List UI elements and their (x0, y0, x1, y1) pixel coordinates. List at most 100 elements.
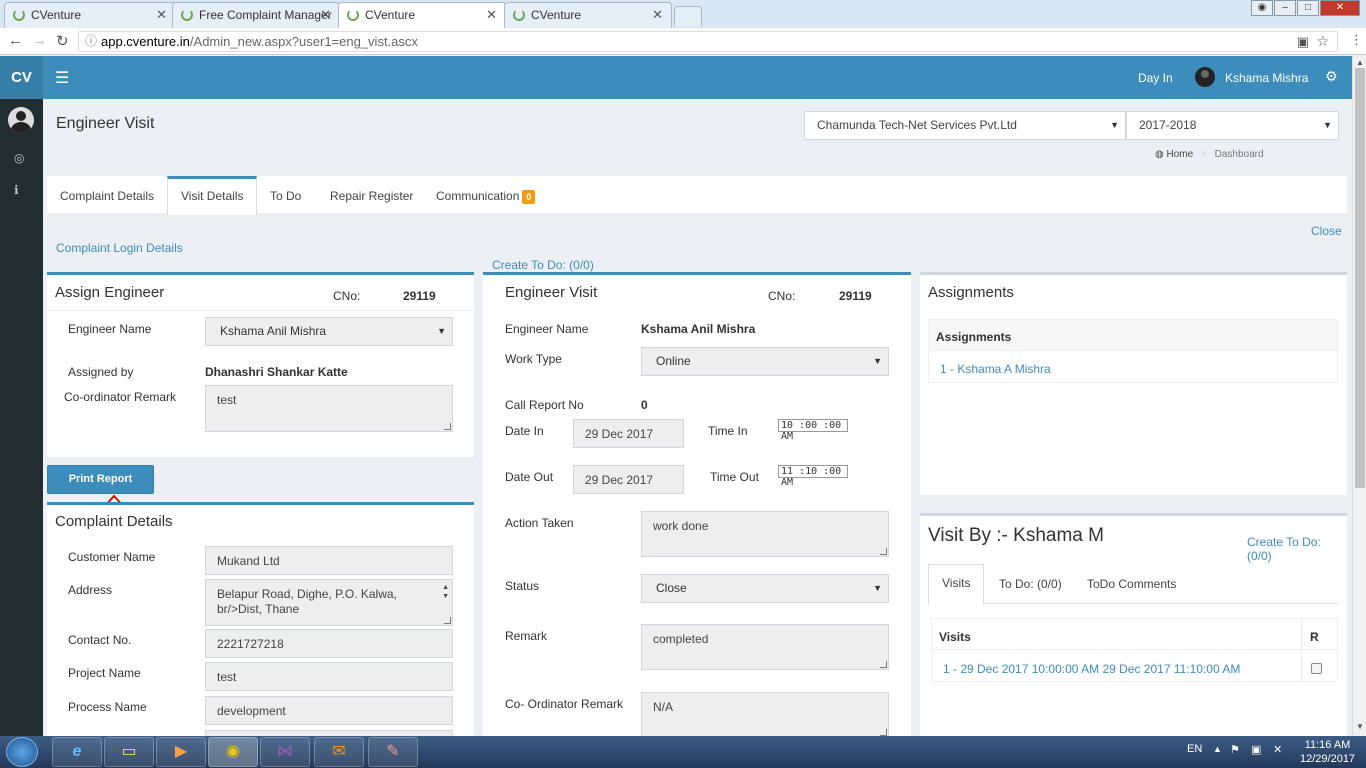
process-name-field[interactable]: development (205, 696, 453, 725)
hamburger-menu-icon[interactable]: ☰ (55, 68, 69, 88)
visual-studio-icon[interactable]: ⋈ (260, 737, 310, 767)
breadcrumb: ◍ Home > Dashboard (1155, 149, 1264, 160)
new-tab-button[interactable] (674, 6, 702, 26)
customer-name-field[interactable]: Mukand Ltd (205, 546, 453, 575)
visit-row-checkbox[interactable] (1311, 663, 1322, 674)
windows-start-icon[interactable] (6, 737, 38, 767)
assignment-item-link[interactable]: 1 - Kshama A Mishra (940, 362, 1051, 376)
resize-handle-icon[interactable] (444, 617, 451, 624)
close-tab-icon[interactable]: ✕ (486, 3, 497, 27)
globe-icon[interactable]: ◎ (14, 151, 24, 165)
tab-visit-details[interactable]: Visit Details (167, 176, 258, 215)
engineer-name-select[interactable]: Kshama Anil Mishra ▼ (205, 317, 453, 346)
user-avatar[interactable] (1195, 67, 1215, 87)
resize-handle-icon[interactable] (444, 423, 451, 430)
scroll-up-icon[interactable]: ▲ (1356, 58, 1364, 67)
company-select[interactable]: Chamunda Tech-Net Services Pvt.Ltd ▼ (804, 111, 1126, 140)
tab-complaint-details[interactable]: Complaint Details (47, 176, 167, 214)
info-circle-icon[interactable]: ℹ (14, 183, 19, 197)
browser-tab[interactable]: CVenture ✕ (504, 2, 672, 28)
project-name-field[interactable]: test (205, 662, 453, 691)
print-report-button[interactable]: Print Report (47, 465, 154, 494)
cventure-favicon-icon (181, 9, 193, 21)
time-in-input[interactable]: 10 :00 :00 AM (778, 419, 848, 442)
tab-todo-count[interactable]: To Do: (0/0) (986, 564, 1075, 602)
page-scrollbar[interactable]: ▲ ▼ (1352, 56, 1366, 736)
date-in-field[interactable]: 29 Dec 2017 (573, 419, 684, 448)
address-textarea[interactable]: Belapur Road, Dighe, P.O. Kalwa, br/>Dis… (205, 579, 453, 626)
outlook-icon[interactable]: ✉ (314, 737, 364, 767)
status-select[interactable]: Close ▼ (641, 574, 889, 603)
chevron-down-icon: ▼ (1110, 120, 1119, 130)
contact-no-field[interactable]: 2221727218 (205, 629, 453, 658)
visit-row-link[interactable]: 1 - 29 Dec 2017 10:00:00 AM 29 Dec 2017 … (943, 662, 1240, 676)
resize-handle-icon[interactable] (880, 548, 887, 555)
remark-textarea[interactable]: completed (641, 624, 889, 670)
tab-to-do[interactable]: To Do (257, 176, 314, 214)
complaint-login-details-link[interactable]: Complaint Login Details (56, 241, 183, 255)
back-icon[interactable]: ← (8, 32, 23, 49)
clock[interactable]: 11:16 AM 12/29/2017 (1300, 738, 1355, 766)
box-divider (47, 310, 474, 311)
tab-todo-comments[interactable]: ToDo Comments (1074, 564, 1189, 602)
language-indicator[interactable]: EN (1187, 743, 1202, 755)
menu-dots-icon[interactable]: ⋮ (1350, 32, 1363, 48)
window-close-icon[interactable]: ✕ (1320, 0, 1360, 16)
work-type-select[interactable]: Online ▼ (641, 347, 889, 376)
assigned-by-value: Dhanashri Shankar Katte (205, 365, 348, 379)
date-out-field[interactable]: 29 Dec 2017 (573, 465, 684, 494)
tab-repair-register[interactable]: Repair Register (317, 176, 426, 214)
media-player-icon[interactable]: ▶ (156, 737, 206, 767)
close-tab-icon[interactable]: ✕ (156, 3, 167, 27)
create-todo-link[interactable]: Create To Do: (0/0) (492, 258, 594, 272)
app-logo[interactable]: CV (0, 56, 43, 99)
scrollbar-thumb[interactable] (1355, 68, 1365, 488)
browser-tab-active[interactable]: CVenture ✕ (338, 2, 506, 29)
internet-explorer-icon[interactable]: e (52, 737, 102, 767)
url-input[interactable]: ⓘ app.cventure.in/Admin_new.aspx?user1=e… (78, 31, 1338, 52)
chevron-down-icon: ▼ (437, 326, 446, 336)
tray-expand-icon[interactable]: ▲ (1213, 744, 1222, 754)
browser-tab[interactable]: CVenture ✕ (4, 2, 176, 28)
info-icon[interactable]: ⓘ (85, 32, 97, 51)
close-tab-icon[interactable]: ✕ (320, 3, 331, 27)
work-type-label: Work Type (505, 352, 562, 366)
dashboard-icon: ◍ (1155, 149, 1164, 160)
resize-handle-icon[interactable] (880, 729, 887, 736)
chrome-icon[interactable]: ◉ (208, 737, 258, 767)
network-icon[interactable]: ▣ (1251, 743, 1261, 756)
breadcrumb-home[interactable]: Home (1167, 149, 1194, 160)
resize-handle-icon[interactable] (880, 661, 887, 668)
gears-icon[interactable]: ⚙ (1325, 68, 1338, 85)
bookmark-star-icon[interactable]: ☆ (1316, 32, 1329, 51)
coordinator-remark-label: Co- Ordinator Remark (505, 697, 624, 711)
coordinator-remark-textarea[interactable]: N/A (641, 692, 889, 736)
flag-icon[interactable]: ⚑ (1230, 743, 1240, 756)
paint-icon[interactable]: ✎ (368, 737, 418, 767)
volume-muted-icon[interactable]: ✕ (1273, 743, 1282, 756)
username-label[interactable]: Kshama Mishra (1225, 71, 1308, 85)
day-in-link[interactable]: Day In (1138, 71, 1173, 85)
minimize-icon[interactable]: – (1274, 0, 1296, 16)
year-select-value: 2017-2018 (1139, 118, 1197, 132)
visit-by-create-todo-link[interactable]: Create To Do: (0/0) (1247, 535, 1347, 563)
action-taken-textarea[interactable]: work done (641, 511, 889, 557)
coordinator-remark-textarea[interactable]: test (205, 385, 453, 432)
reload-icon[interactable]: ↻ (56, 32, 69, 50)
close-tab-icon[interactable]: ✕ (652, 3, 663, 27)
complaint-details-title: Complaint Details (55, 513, 173, 530)
scroll-down-icon[interactable]: ▼ (1356, 722, 1364, 731)
browser-tab[interactable]: Free Complaint Manager ✕ (172, 2, 340, 28)
tab-visits[interactable]: Visits (928, 564, 985, 605)
cast-icon[interactable]: ▣ (1297, 32, 1309, 51)
scroll-arrows-icon[interactable]: ▲ ▼ (442, 583, 449, 601)
file-explorer-icon[interactable]: ▭ (104, 737, 154, 767)
time-out-input[interactable]: 11 :10 :00 AM (778, 465, 848, 488)
close-link[interactable]: Close (1311, 224, 1342, 238)
user-icon[interactable]: ◉ (1251, 0, 1273, 16)
forward-icon[interactable]: → (32, 32, 47, 49)
tab-communication[interactable]: Communication 0 (423, 176, 548, 214)
contact-no-label: Contact No. (68, 633, 132, 647)
year-select[interactable]: 2017-2018 ▼ (1126, 111, 1339, 140)
maximize-icon[interactable]: □ (1297, 0, 1319, 16)
